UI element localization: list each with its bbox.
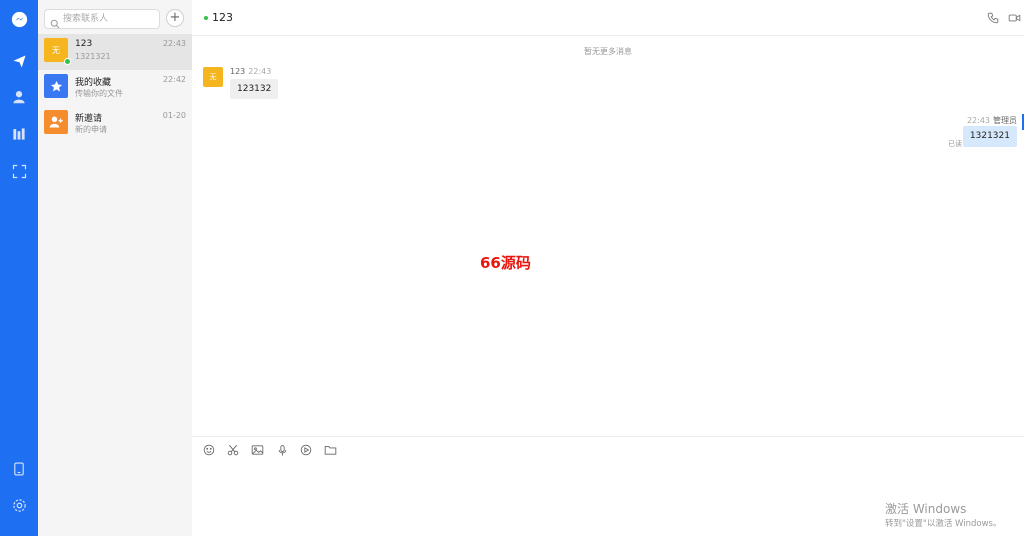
message-time: 22:43 [248,67,272,76]
scan-icon[interactable] [9,161,29,181]
user-icon[interactable] [9,87,29,107]
sidebar-rail [0,0,38,536]
contact-last-message: 1321321 [75,52,111,61]
online-dot [204,16,208,20]
library-icon[interactable] [9,124,29,144]
contact-time: 01-20 [162,111,186,120]
message-meta: 123 22:43 [230,67,271,76]
search-icon [50,14,60,33]
video-icon[interactable] [299,443,313,457]
contact-name: 我的收藏 [75,78,112,88]
contact-item-favorites[interactable]: 我的收藏 传输你的文件 22:42 [38,70,192,106]
folder-icon[interactable] [323,443,337,457]
message-bubble-outgoing[interactable]: 1321321 [962,126,1017,147]
search-box[interactable] [44,9,160,29]
message-meta: 22:43 管理员 [967,115,1017,126]
messenger-icon[interactable] [9,9,29,29]
video-call-icon[interactable] [1007,11,1021,25]
contact-time: 22:43 [162,39,186,48]
windows-activation-hint: 转到"设置"以激活 Windows。 [885,519,1002,529]
contact-list-panel: + 无 123 1321321 22:43 我的收藏 传输你的文件 22:42 … [38,0,192,536]
search-input[interactable] [63,12,155,26]
phone-icon[interactable] [986,11,1000,25]
contact-name: 新邀请 [75,114,103,124]
microphone-icon[interactable] [275,443,289,457]
star-icon [44,74,68,98]
read-status: 已读 [948,140,962,148]
send-icon[interactable] [9,51,29,71]
message-input[interactable] [202,467,886,527]
message-bubble-incoming[interactable]: 123132 [230,79,279,99]
contact-item-123[interactable]: 无 123 1321321 22:43 [38,34,192,70]
windows-activation-title: 激活 Windows [885,502,967,516]
online-indicator [64,58,71,65]
emoji-icon[interactable] [202,443,216,457]
contact-subtitle: 传输你的文件 [75,89,123,98]
add-user-icon [44,110,68,134]
scissors-icon[interactable] [226,443,240,457]
contact-subtitle: 新的申请 [75,125,107,134]
contact-name: 123 [75,39,93,49]
message-sender: 管理员 [993,116,1017,125]
no-more-messages-notice: 暂无更多消息 [584,47,632,56]
chat-title: 123 [212,11,233,24]
contact-time: 22:42 [162,75,186,84]
avatar: 无 [203,67,223,87]
message-sender: 123 [230,67,246,76]
contact-item-new-invites[interactable]: 新邀请 新的申请 01-20 [38,106,192,142]
gear-icon[interactable] [9,495,29,515]
watermark-text: 66源码 [480,254,531,272]
message-time: 22:43 [966,116,990,125]
tablet-icon[interactable] [9,459,29,479]
chat-header: 123 [192,0,1024,36]
image-icon[interactable] [250,443,264,457]
add-contact-button[interactable]: + [166,9,184,27]
